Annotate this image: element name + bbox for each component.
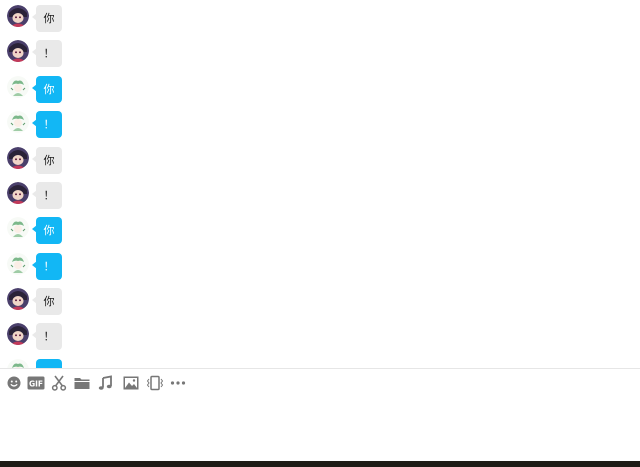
received-message-bubble[interactable]: 你 bbox=[32, 288, 62, 315]
gif-icon[interactable]: GIF bbox=[27, 374, 45, 392]
message-row: 你 bbox=[0, 5, 640, 35]
music-icon[interactable] bbox=[97, 374, 115, 392]
sent-message-bubble[interactable]: 你 bbox=[32, 217, 62, 244]
folder-icon[interactable] bbox=[73, 374, 91, 392]
message-row: ！ bbox=[0, 111, 640, 141]
message-row: ！ bbox=[0, 40, 640, 70]
emoji-icon[interactable] bbox=[5, 374, 23, 392]
message-row: ！ bbox=[0, 323, 640, 353]
chat-history[interactable]: 你 ！ 你 ！ 你 ！ 你 ！ 你 ！ bbox=[0, 0, 640, 368]
self-avatar[interactable] bbox=[7, 76, 29, 98]
screenshot-scissors-icon[interactable] bbox=[50, 374, 68, 392]
received-message-bubble[interactable]: 你 bbox=[32, 5, 62, 32]
message-row: 你 bbox=[0, 76, 640, 106]
sent-message-bubble[interactable]: ！ bbox=[32, 111, 62, 138]
contact-avatar[interactable] bbox=[7, 147, 29, 169]
self-avatar[interactable] bbox=[7, 217, 29, 239]
self-avatar[interactable] bbox=[7, 111, 29, 133]
contact-avatar[interactable] bbox=[7, 323, 29, 345]
self-avatar[interactable] bbox=[7, 359, 29, 368]
self-avatar[interactable] bbox=[7, 253, 29, 275]
received-message-bubble[interactable]: 你 bbox=[32, 147, 62, 174]
message-row: 你 bbox=[0, 147, 640, 177]
shake-window-icon[interactable] bbox=[146, 374, 164, 392]
gif-label: GIF bbox=[29, 379, 43, 388]
message-row: 你 bbox=[0, 217, 640, 247]
input-toolbar: GIF bbox=[0, 369, 640, 397]
received-message-bubble[interactable]: ！ bbox=[32, 182, 62, 209]
message-row bbox=[0, 359, 640, 368]
message-row: ！ bbox=[0, 182, 640, 212]
image-icon[interactable] bbox=[122, 374, 140, 392]
sent-message-bubble[interactable] bbox=[32, 359, 62, 368]
contact-avatar[interactable] bbox=[7, 288, 29, 310]
contact-avatar[interactable] bbox=[7, 5, 29, 27]
received-message-bubble[interactable]: ！ bbox=[32, 323, 62, 350]
sent-message-bubble[interactable]: 你 bbox=[32, 76, 62, 103]
message-input[interactable] bbox=[0, 397, 640, 461]
contact-avatar[interactable] bbox=[7, 182, 29, 204]
message-row: ！ bbox=[0, 253, 640, 283]
contact-avatar[interactable] bbox=[7, 40, 29, 62]
more-icon[interactable] bbox=[169, 374, 187, 392]
message-row: 你 bbox=[0, 288, 640, 318]
sent-message-bubble[interactable]: ！ bbox=[32, 253, 62, 280]
received-message-bubble[interactable]: ！ bbox=[32, 40, 62, 67]
bottom-edge bbox=[0, 461, 640, 467]
